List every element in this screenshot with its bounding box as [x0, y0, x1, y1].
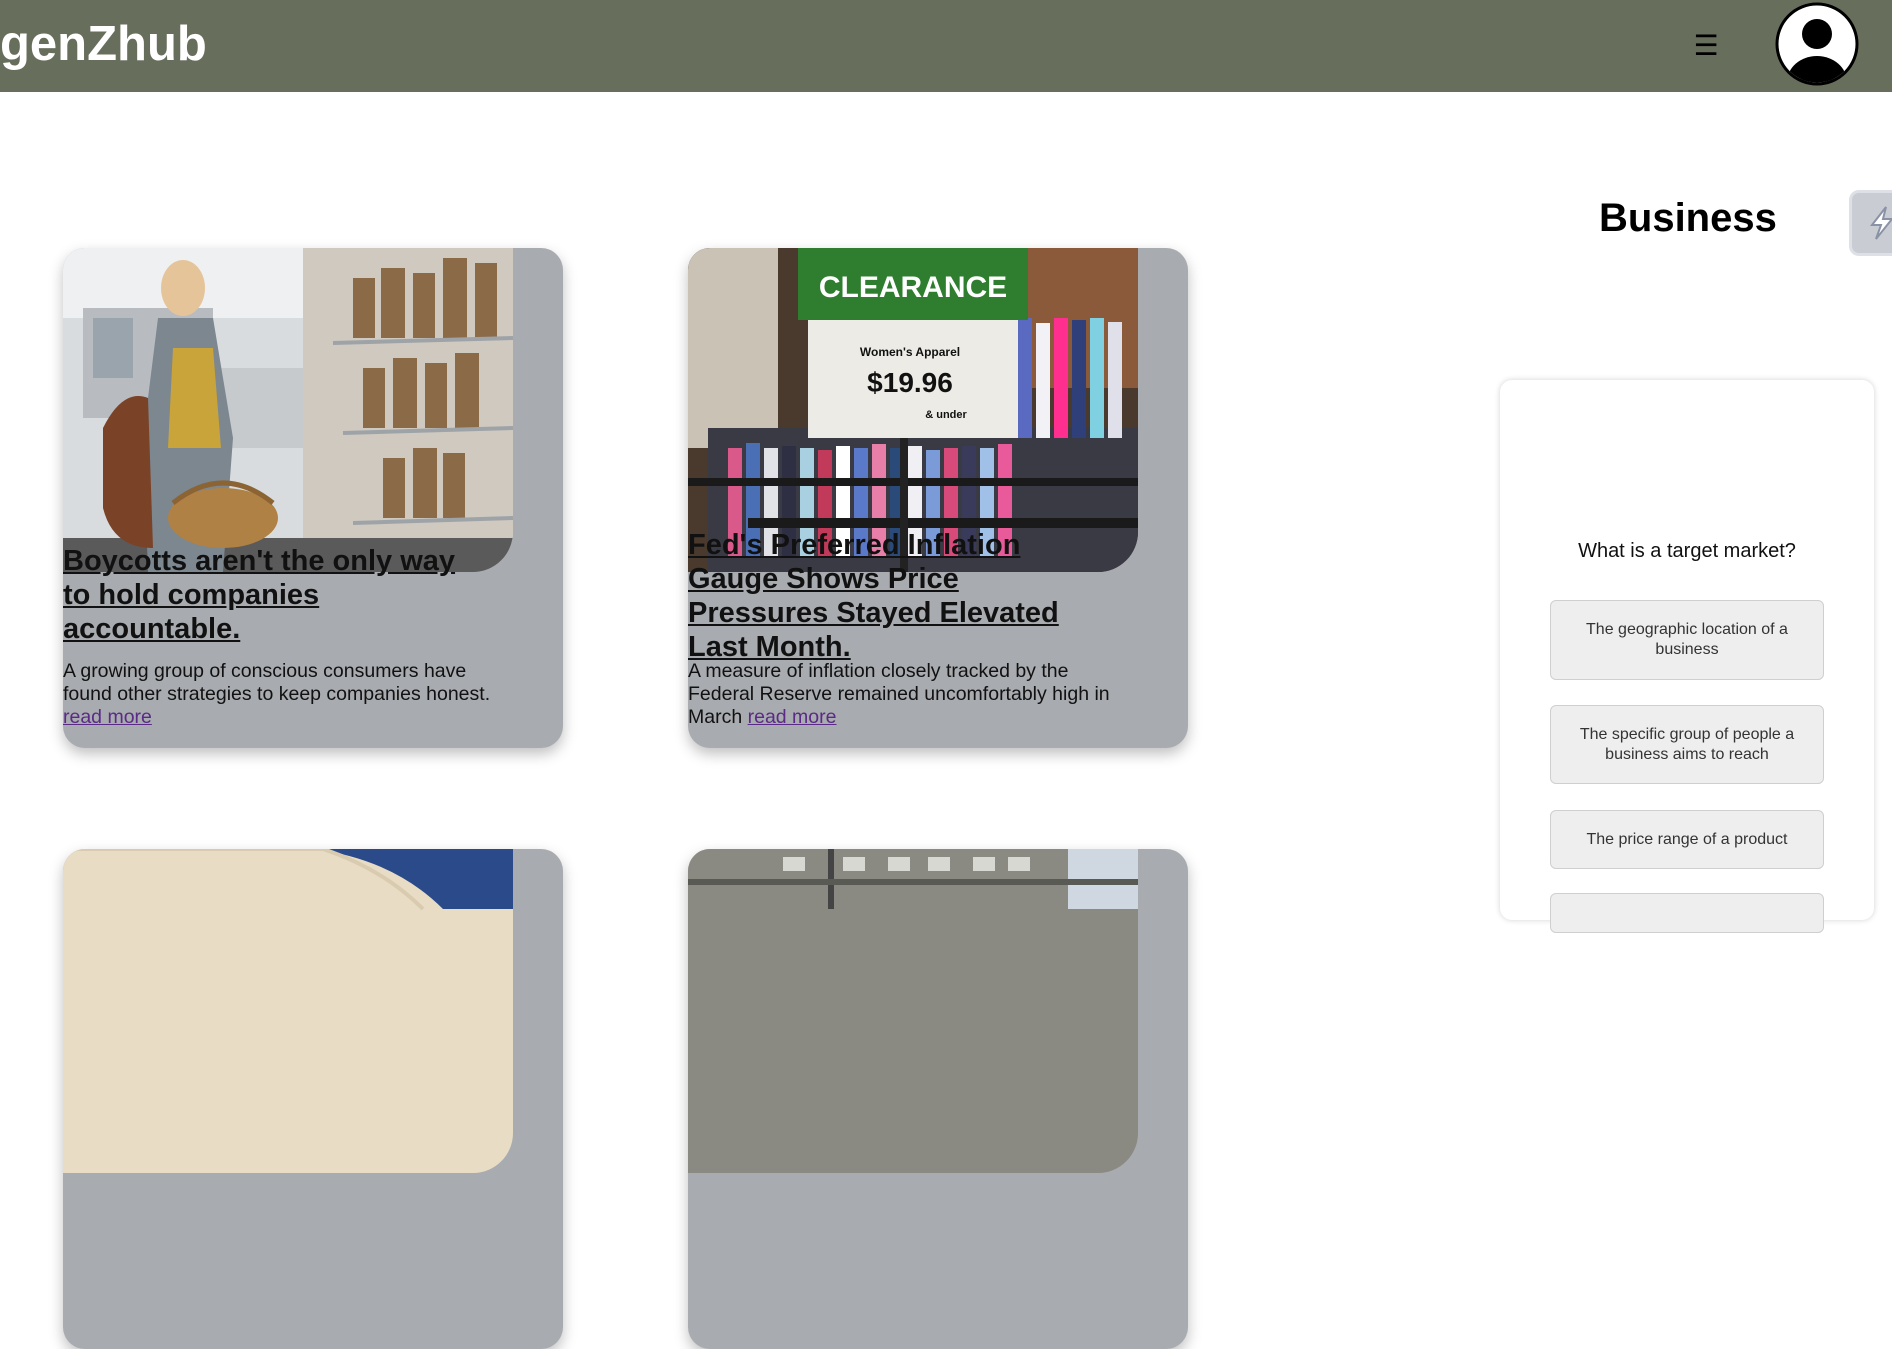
read-more-link[interactable]: read more — [63, 706, 152, 728]
site-logo[interactable]: genZhub — [0, 14, 207, 74]
quiz-option[interactable]: The specific group of people a business … — [1550, 705, 1824, 784]
quiz-option[interactable] — [1550, 893, 1824, 933]
article-card — [63, 849, 563, 1349]
read-more-link[interactable]: read more — [748, 706, 837, 728]
article-image[interactable] — [688, 849, 1138, 1173]
article-title[interactable]: Fed's Preferred Inflation Gauge Shows Pr… — [688, 528, 1088, 664]
article-image[interactable]: CLEARANCE Women's Apparel $19.96 & under — [688, 248, 1138, 572]
article-image[interactable] — [63, 849, 513, 1173]
quiz-option[interactable]: The geographic location of a business — [1550, 600, 1824, 680]
quiz-question: What is a target market? — [1578, 540, 1796, 562]
side-tab[interactable] — [1849, 190, 1892, 256]
hamburger-menu-icon[interactable]: ☰ — [1693, 32, 1719, 60]
article-description: A measure of inflation closely tracked b… — [688, 660, 1118, 729]
article-card: CLEARANCE Women's Apparel $19.96 & under… — [688, 248, 1188, 748]
article-description: A growing group of conscious consumers h… — [63, 660, 493, 729]
sign-line-3: & under — [925, 409, 967, 421]
article-card — [688, 849, 1188, 1349]
article-title[interactable]: Boycotts aren't the only way to hold com… — [63, 544, 463, 646]
sign-line-1: Women's Apparel — [860, 345, 960, 359]
top-header: genZhub ☰ — [0, 0, 1892, 92]
sign-price: $19.96 — [867, 367, 953, 398]
article-image[interactable] — [63, 248, 513, 572]
lightning-icon — [1869, 206, 1892, 240]
quiz-option[interactable]: The price range of a product — [1550, 810, 1824, 869]
section-title: Business — [1599, 196, 1777, 240]
article-description-text: A growing group of conscious consumers h… — [63, 660, 491, 705]
article-card: Boycotts aren't the only way to hold com… — [63, 248, 563, 748]
clearance-banner: CLEARANCE — [819, 271, 1007, 304]
quiz-panel: What is a target market? The geographic … — [1500, 380, 1874, 933]
user-avatar-icon[interactable] — [1775, 2, 1859, 86]
